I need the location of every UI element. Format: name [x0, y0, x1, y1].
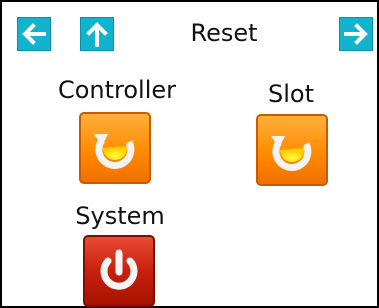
controller-label: Controller: [57, 76, 177, 104]
arrow-left-icon: [22, 23, 46, 45]
system-label: System: [75, 202, 165, 230]
arrow-up-icon: [86, 22, 108, 47]
slot-label: Slot: [268, 80, 314, 108]
forward-button[interactable]: [339, 17, 373, 51]
up-button[interactable]: [80, 17, 114, 51]
page-title: Reset: [190, 19, 258, 47]
back-button[interactable]: [17, 17, 51, 51]
reset-slot-button[interactable]: [256, 114, 328, 186]
reset-controller-button[interactable]: [79, 112, 151, 184]
reset-screen: Reset Controller Slot System: [0, 0, 379, 308]
refresh-icon: [94, 134, 135, 169]
power-icon: [100, 249, 138, 290]
arrow-right-icon: [344, 23, 368, 45]
refresh-icon: [271, 136, 312, 171]
reset-system-button[interactable]: [83, 235, 155, 307]
